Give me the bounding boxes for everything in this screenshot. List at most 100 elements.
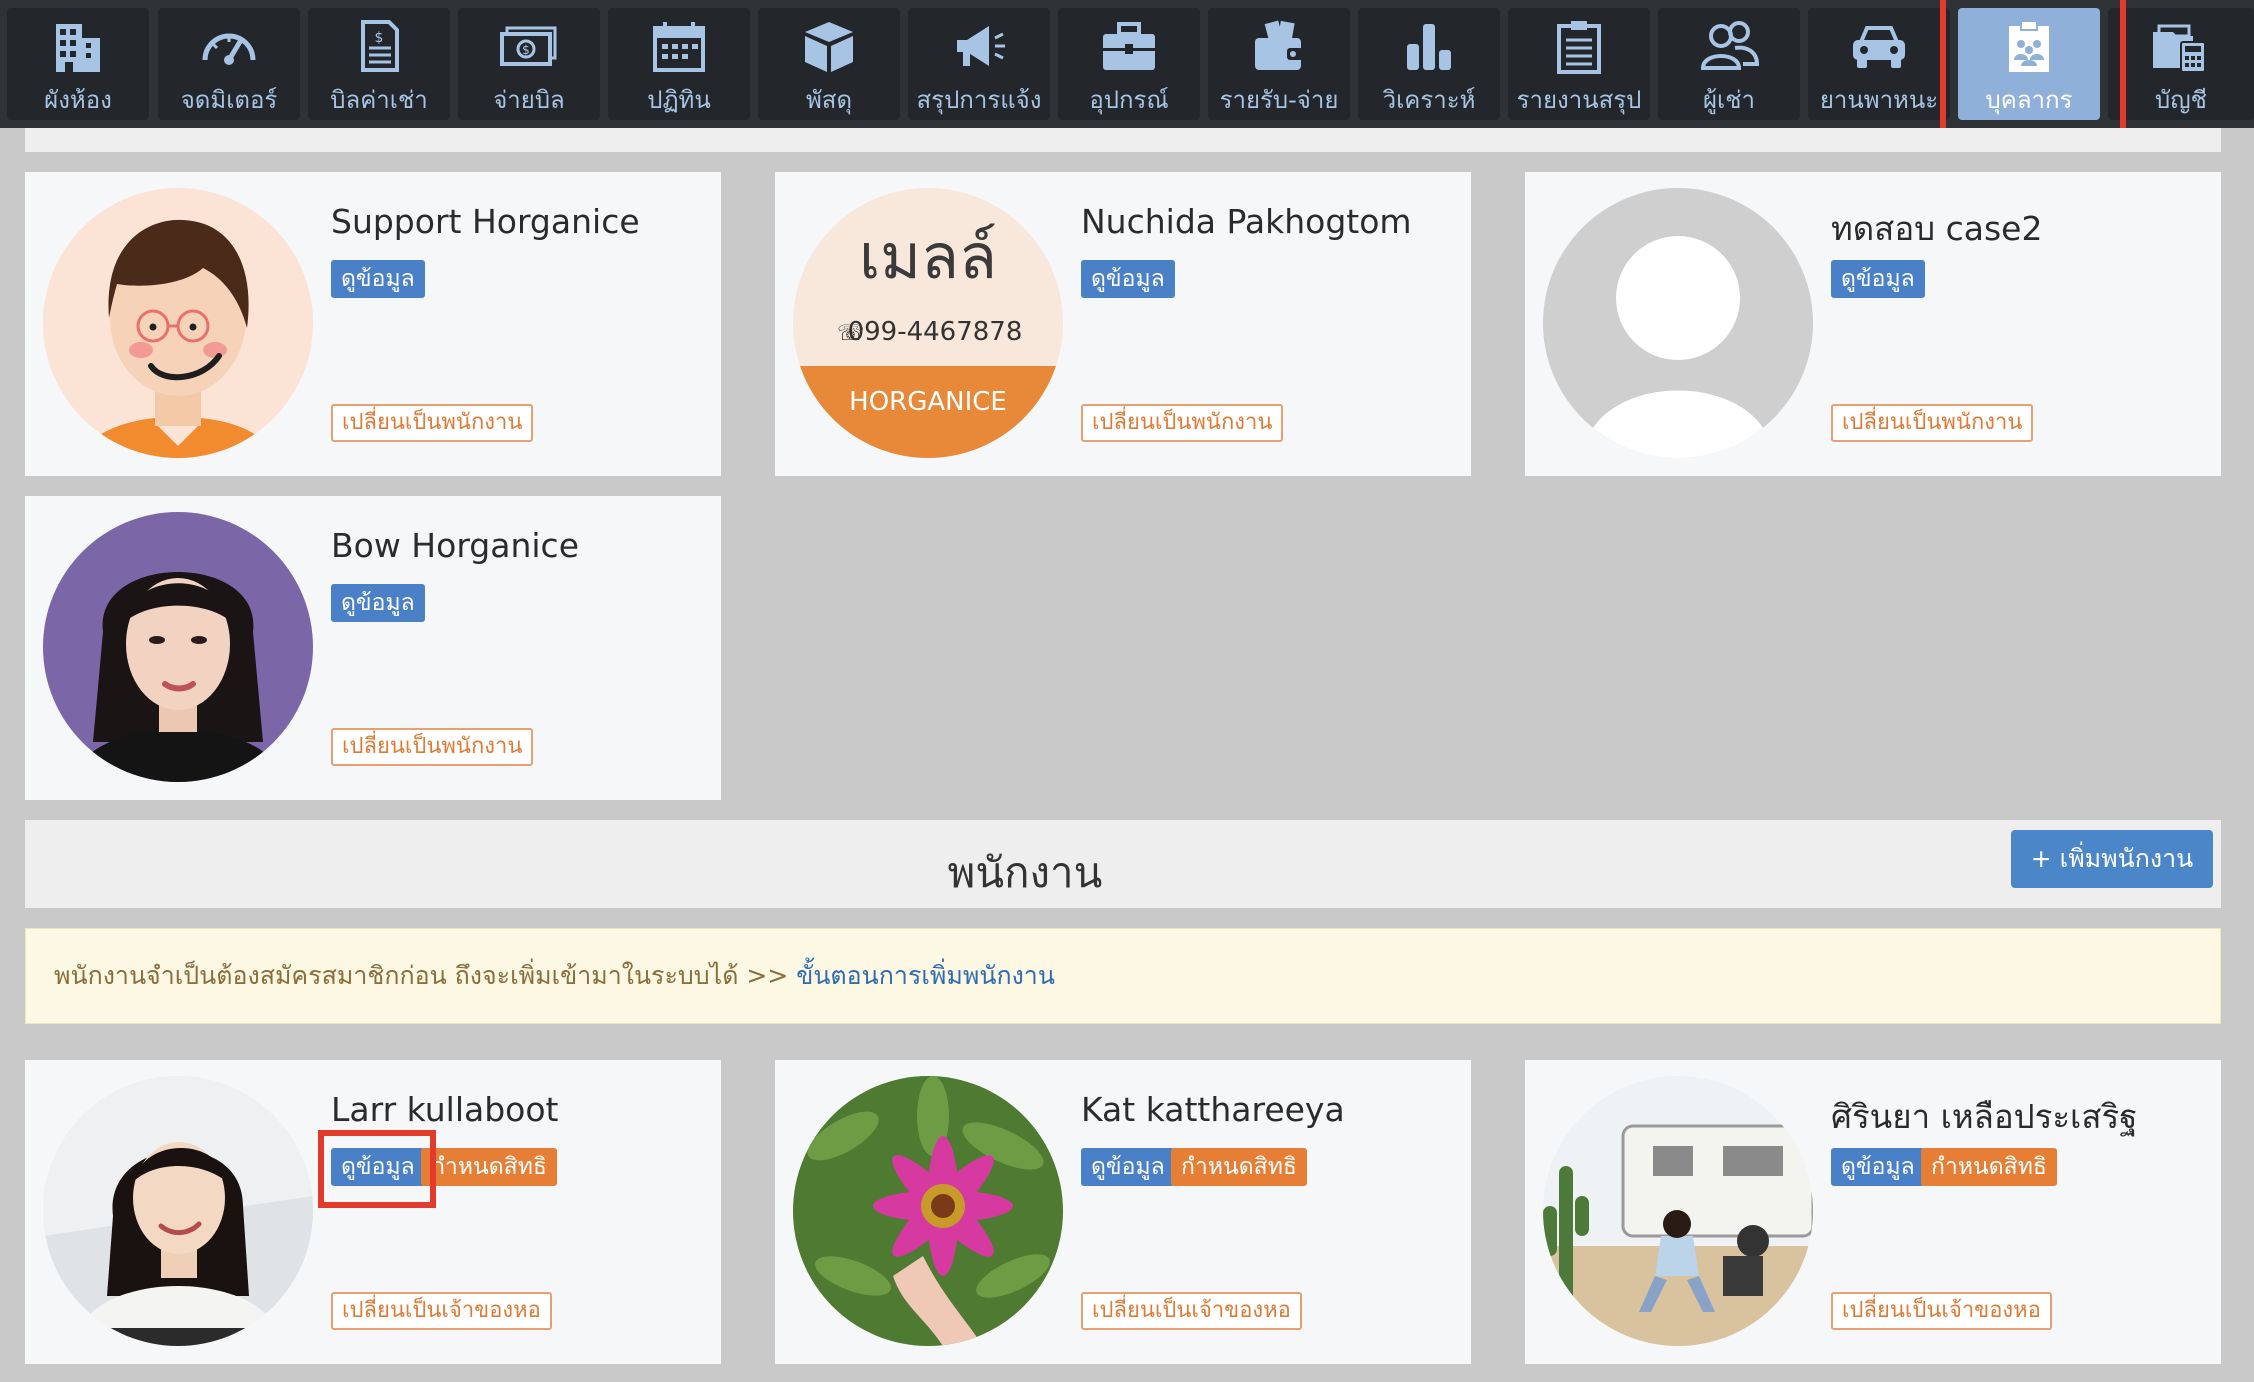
set-permissions-button[interactable]: กำหนดสิทธิ — [1171, 1148, 1307, 1186]
nav-label: ผู้เช่า — [1702, 86, 1756, 114]
person-name: Bow Horganice — [331, 526, 579, 565]
view-info-button[interactable]: ดูข้อมูล — [1081, 1148, 1175, 1186]
view-info-button[interactable]: ดูข้อมูล — [1081, 260, 1175, 298]
flower-avatar — [793, 1076, 1063, 1346]
switch-to-owner-button[interactable]: เปลี่ยนเป็นเจ้าของหอ — [331, 1292, 552, 1330]
person-name: Larr kullaboot — [331, 1090, 559, 1129]
person-name: Kat katthareeya — [1081, 1090, 1345, 1129]
switch-to-staff-button[interactable]: เปลี่ยนเป็นพนักงาน — [1831, 404, 2034, 442]
person-name: Nuchida Pakhogtom — [1081, 202, 1412, 241]
avatar — [1543, 188, 1813, 458]
switch-to-staff-button[interactable]: เปลี่ยนเป็นพนักงาน — [331, 404, 534, 442]
top-navigation-bar: ผังห้อง จดมิเตอร์ $ บิลค่าเช่า $ จ่ายบิล… — [0, 0, 2254, 144]
cartoon-avatar — [43, 188, 313, 458]
nav-label: จดมิเตอร์ — [180, 86, 278, 114]
portrait-avatar — [43, 512, 313, 782]
outdoor-avatar — [1543, 1076, 1813, 1346]
view-info-button[interactable]: ดูข้อมูล — [1831, 1148, 1925, 1186]
nav-label: บัญชี — [2155, 86, 2207, 114]
avatar: เมลล์ 099-4467878 ☏ HORGANICE — [793, 188, 1063, 458]
add-staff-steps-link[interactable]: ขั้นตอนการเพิ่มพนักงาน — [796, 961, 1055, 990]
building-icon — [56, 24, 100, 72]
nav-item-rent-bill[interactable]: $ บิลค่าเช่า — [308, 8, 450, 120]
set-permissions-button[interactable]: กำหนดสิทธิ — [421, 1148, 557, 1186]
phone-icon: ☏ — [837, 321, 865, 346]
avatar — [1543, 1076, 1813, 1346]
megaphone-icon — [957, 26, 1005, 66]
logo-brand: HORGANICE — [849, 387, 1007, 417]
svg-text:$: $ — [375, 30, 384, 46]
staff-card: ศิรินยา เหลือประเสริฐ ดูข้อมูล กำหนดสิทธ… — [1525, 1060, 2221, 1364]
owner-card: Bow Horganice ดูข้อมูล เปลี่ยนเป็นพนักงา… — [25, 496, 721, 800]
owners-section-strip — [25, 128, 2221, 152]
person-name: ศิรินยา เหลือประเสริฐ — [1831, 1097, 2138, 1136]
personnel-highlight-box — [1940, 0, 2126, 144]
switch-to-staff-button[interactable]: เปลี่ยนเป็นพนักงาน — [1081, 404, 1284, 442]
users-icon — [1700, 21, 1759, 70]
package-icon — [805, 22, 853, 72]
clipboard-list-icon — [1557, 21, 1601, 74]
nav-label: ยานพาหนะ — [1819, 86, 1939, 114]
person-name: Support Horganice — [331, 202, 640, 241]
nav-label: ปฏิทิน — [647, 86, 711, 114]
invoice-icon: $ — [361, 20, 399, 72]
staff-notice-alert: พนักงานจำเป็นต้องสมัครสมาชิกก่อน ถึงจะเพ… — [25, 928, 2221, 1024]
staff-card: Kat katthareeya ดูข้อมูล กำหนดสิทธิ เปลี… — [775, 1060, 1471, 1364]
nav-item-notifications[interactable]: สรุปการแจ้ง — [908, 8, 1050, 120]
staff-section-title: พนักงาน — [947, 848, 1103, 897]
nav-label: จ่ายบิล — [493, 86, 565, 114]
logo-avatar: เมลล์ 099-4467878 ☏ HORGANICE — [793, 188, 1063, 458]
person-name: ทดสอบ case2 — [1831, 209, 2043, 248]
view-info-button[interactable]: ดูข้อมูล — [331, 260, 425, 298]
add-staff-button[interactable]: + เพิ่มพนักงาน — [2011, 830, 2213, 888]
toolbox-icon — [1103, 22, 1155, 70]
nav-label: พัสดุ — [805, 86, 853, 114]
car-icon — [1853, 26, 1905, 68]
switch-to-staff-button[interactable]: เปลี่ยนเป็นพนักงาน — [331, 728, 534, 766]
nav-item-calendar[interactable]: ปฏิทิน — [608, 8, 750, 120]
staff-section-header: พนักงาน + เพิ่มพนักงาน — [25, 820, 2221, 908]
nav-item-income-expense[interactable]: รายรับ-จ่าย — [1208, 8, 1350, 120]
set-permissions-button[interactable]: กำหนดสิทธิ — [1921, 1148, 2057, 1186]
switch-to-owner-button[interactable]: เปลี่ยนเป็นเจ้าของหอ — [1831, 1292, 2052, 1330]
logo-phone: 099-4467878 — [848, 317, 1023, 347]
nav-item-accounting[interactable]: บัญชี — [2108, 8, 2254, 120]
nav-item-tenants[interactable]: ผู้เช่า — [1658, 8, 1800, 120]
nav-label: รายรับ-จ่าย — [1219, 86, 1339, 114]
nav-label: สรุปการแจ้ง — [916, 86, 1042, 114]
notice-text: พนักงานจำเป็นต้องสมัครสมาชิกก่อน ถึงจะเพ… — [54, 961, 797, 990]
logo-title: เมลล์ — [859, 220, 997, 293]
view-info-highlight-box — [318, 1130, 436, 1208]
gauge-icon — [202, 33, 256, 65]
staff-card: Larr kullaboot ดูข้อมูล กำหนดสิทธิ เปลี่… — [25, 1060, 721, 1364]
nav-item-pay-bill[interactable]: $ จ่ายบิล — [458, 8, 600, 120]
owner-card: Support Horganice ดูข้อมูล เปลี่ยนเป็นพน… — [25, 172, 721, 476]
wallet-icon — [1255, 20, 1303, 70]
bar-chart-icon — [1407, 24, 1451, 70]
calendar-icon — [653, 22, 705, 72]
nav-item-room-layout[interactable]: ผังห้อง — [7, 8, 149, 120]
avatar — [43, 188, 313, 458]
photo-avatar — [43, 1076, 313, 1346]
avatar — [43, 512, 313, 782]
nav-item-parcel[interactable]: พัสดุ — [758, 8, 900, 120]
view-info-button[interactable]: ดูข้อมูล — [331, 584, 425, 622]
nav-label: อุปกรณ์ — [1089, 86, 1169, 114]
accounting-icon — [2153, 24, 2206, 73]
nav-label: ผังห้อง — [44, 86, 112, 114]
svg-text:$: $ — [522, 43, 530, 57]
default-avatar — [1543, 188, 1813, 458]
avatar — [43, 1076, 313, 1346]
nav-item-equipment[interactable]: อุปกรณ์ — [1058, 8, 1200, 120]
nav-item-analysis[interactable]: วิเคราะห์ — [1358, 8, 1500, 120]
nav-item-meter[interactable]: จดมิเตอร์ — [158, 8, 300, 120]
nav-item-vehicles[interactable]: ยานพาหนะ — [1808, 8, 1950, 120]
owner-card: เมลล์ 099-4467878 ☏ HORGANICE Nuchida Pa… — [775, 172, 1471, 476]
view-info-button[interactable]: ดูข้อมูล — [1831, 260, 1925, 298]
avatar — [793, 1076, 1063, 1346]
nav-label: รายงานสรุป — [1516, 86, 1642, 114]
nav-item-summary-report[interactable]: รายงานสรุป — [1508, 8, 1650, 120]
cash-icon: $ — [500, 26, 557, 66]
switch-to-owner-button[interactable]: เปลี่ยนเป็นเจ้าของหอ — [1081, 1292, 1302, 1330]
owner-card: ทดสอบ case2 ดูข้อมูล เปลี่ยนเป็นพนักงาน — [1525, 172, 2221, 476]
